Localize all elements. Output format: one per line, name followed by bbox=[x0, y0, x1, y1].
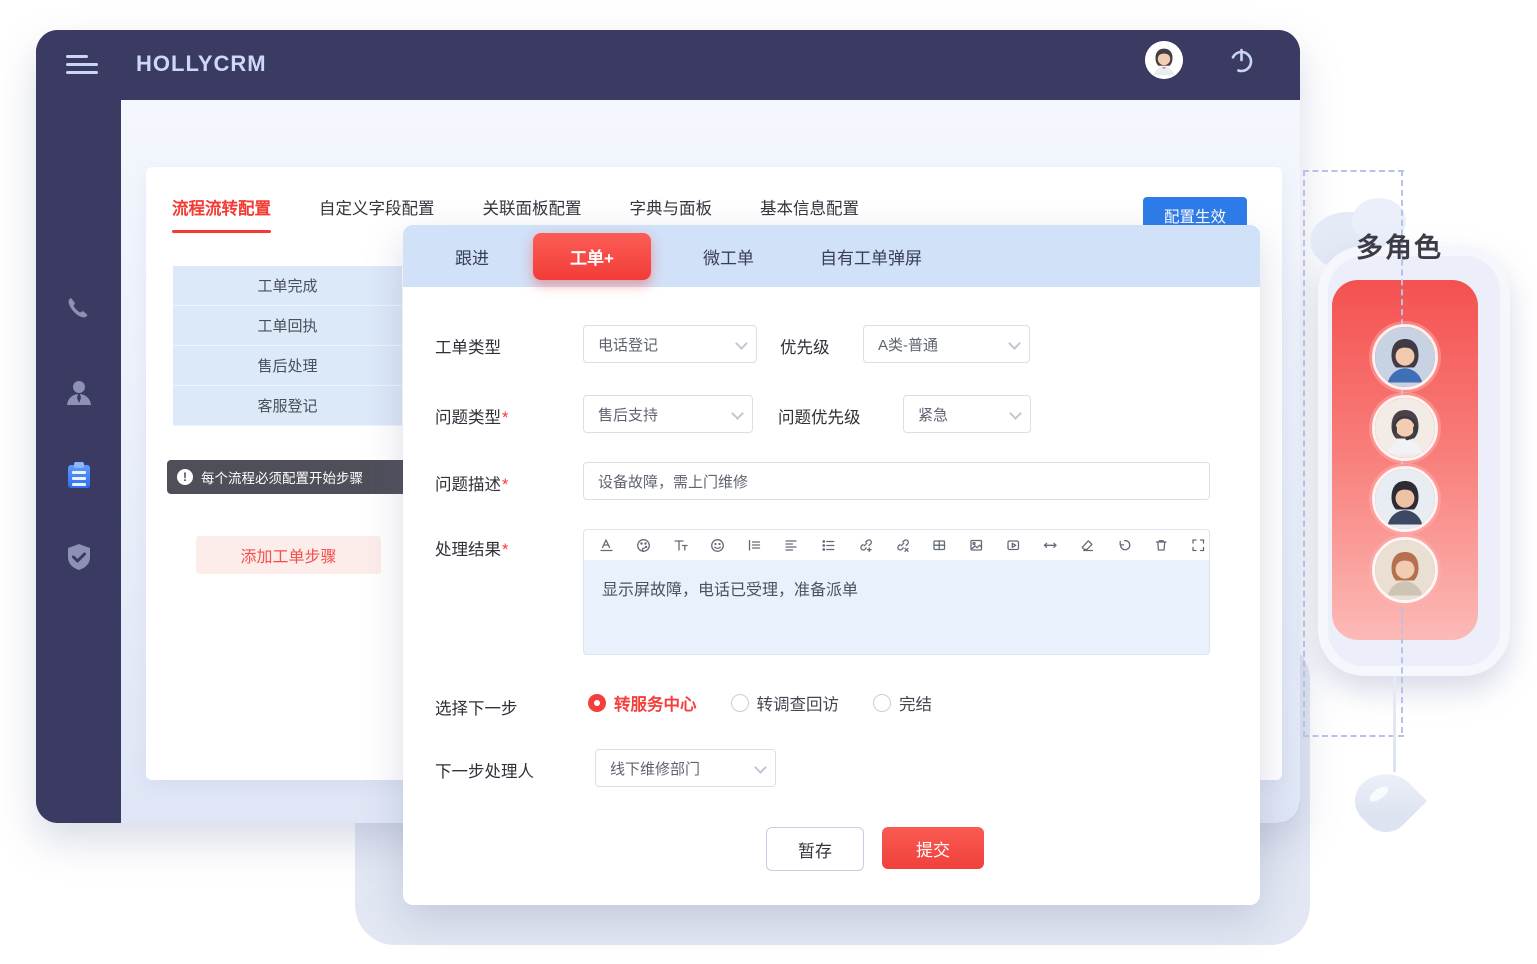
sidebar bbox=[36, 100, 121, 823]
power-icon[interactable] bbox=[1228, 47, 1255, 74]
radio-icon bbox=[731, 694, 749, 712]
radio-icon bbox=[873, 694, 891, 712]
workflow-step-row[interactable]: 工单回执 bbox=[173, 306, 402, 346]
add-step-button[interactable]: 添加工单步骤 bbox=[196, 536, 381, 574]
modal-tab-工单+[interactable]: 工单+ bbox=[533, 233, 651, 280]
font-size-icon[interactable] bbox=[670, 535, 690, 555]
result-label: 处理结果* bbox=[435, 536, 508, 560]
ticket-type-select[interactable]: 电话登记 bbox=[583, 325, 757, 363]
screen: HOLLYCRM 流程流转配置自定义字段配置关联面板配置字典与面板基本信息配置 … bbox=[0, 0, 1537, 964]
menu-icon[interactable] bbox=[66, 55, 98, 77]
chevron-down-icon bbox=[1010, 337, 1020, 347]
submit-button[interactable]: 提交 bbox=[882, 827, 984, 869]
chevron-down-icon bbox=[733, 407, 743, 417]
app-header: HOLLYCRM bbox=[36, 30, 1300, 100]
video-icon[interactable] bbox=[1003, 535, 1023, 555]
sidebar-item-clipboard[interactable] bbox=[62, 458, 96, 492]
water-drop-shape bbox=[1345, 760, 1427, 842]
user-icon bbox=[62, 375, 96, 409]
agent-female-1-avatar bbox=[1372, 324, 1438, 390]
issue-type-select[interactable]: 售后支持 bbox=[583, 395, 753, 433]
chevron-down-icon bbox=[737, 337, 747, 347]
chevron-down-icon bbox=[756, 761, 766, 771]
nav-tab-流程流转配置[interactable]: 流程流转配置 bbox=[172, 195, 271, 233]
horizontal-rule-icon[interactable] bbox=[1040, 535, 1060, 555]
table-icon[interactable] bbox=[929, 535, 949, 555]
fullscreen-icon[interactable] bbox=[1188, 535, 1208, 555]
next-step-label: 选择下一步 bbox=[435, 695, 518, 719]
modal-tabstrip: 跟进 工单+ 微工单 自有工单弹屏 bbox=[403, 225, 1260, 287]
emoji-icon[interactable] bbox=[707, 535, 727, 555]
workflow-step-row[interactable]: 售后处理 bbox=[173, 346, 402, 386]
agent-female-2-avatar bbox=[1372, 537, 1438, 603]
modal-tab-自有工单弹屏[interactable]: 自有工单弹屏 bbox=[820, 244, 922, 269]
ticket-type-label: 工单类型 bbox=[435, 334, 501, 358]
modal-tab-跟进[interactable]: 跟进 bbox=[455, 244, 489, 269]
issue-desc-label: 问题描述* bbox=[435, 471, 508, 495]
notice-text: 每个流程必须配置开始步骤 bbox=[201, 467, 363, 487]
list-icon[interactable] bbox=[818, 535, 838, 555]
next-handler-select[interactable]: 线下维修部门 bbox=[595, 749, 776, 787]
issue-type-label: 问题类型* bbox=[435, 404, 508, 428]
image-icon[interactable] bbox=[966, 535, 986, 555]
exclamation-icon: ! bbox=[177, 469, 193, 485]
radio-label: 转调查回访 bbox=[757, 691, 840, 715]
drop-stem bbox=[1393, 676, 1396, 772]
radio-option-转调查回访[interactable]: 转调查回访 bbox=[731, 691, 840, 715]
issue-priority-label: 问题优先级 bbox=[778, 404, 861, 428]
workflow-step-row[interactable]: 工单完成 bbox=[173, 266, 402, 306]
issue-priority-select[interactable]: 紧急 bbox=[903, 395, 1031, 433]
brand-logo: HOLLYCRM bbox=[136, 51, 267, 77]
priority-select[interactable]: A类-普通 bbox=[863, 325, 1030, 363]
agent-male-avatar bbox=[1372, 466, 1438, 532]
result-editor[interactable]: 显示屏故障，电话已受理，准备派单 bbox=[583, 560, 1210, 655]
radio-label: 转服务中心 bbox=[614, 691, 697, 715]
delete-icon[interactable] bbox=[1151, 535, 1171, 555]
workflow-step-list: 工单完成工单回执售后处理客服登记 bbox=[173, 266, 402, 426]
radio-icon bbox=[588, 694, 606, 712]
phone-icon bbox=[62, 292, 96, 326]
ticket-modal: 跟进 工单+ 微工单 自有工单弹屏 工单类型 电话登记 优先级 A类-普通 问题类型*… bbox=[403, 225, 1260, 905]
radio-label: 完结 bbox=[899, 691, 932, 715]
radio-option-完结[interactable]: 完结 bbox=[873, 691, 932, 715]
sidebar-item-phone[interactable] bbox=[62, 292, 96, 326]
radio-option-转服务中心[interactable]: 转服务中心 bbox=[588, 691, 697, 715]
align-left-icon[interactable] bbox=[781, 535, 801, 555]
next-step-radio-group: 转服务中心 转调查回访 完结 bbox=[588, 691, 932, 715]
chevron-down-icon bbox=[1011, 407, 1021, 417]
modal-tab-微工单[interactable]: 微工单 bbox=[703, 244, 754, 269]
insert-link-icon[interactable] bbox=[855, 535, 875, 555]
next-handler-label: 下一步处理人 bbox=[435, 758, 534, 782]
workflow-step-row[interactable]: 客服登记 bbox=[173, 386, 402, 426]
shield-icon bbox=[62, 540, 96, 574]
undo-icon[interactable] bbox=[1114, 535, 1134, 555]
sidebar-item-user[interactable] bbox=[62, 375, 96, 409]
agent-headset-avatar bbox=[1372, 395, 1438, 461]
roles-caption: 多角色 bbox=[1356, 226, 1443, 265]
sidebar-item-shield[interactable] bbox=[62, 540, 96, 574]
notice-tooltip: ! 每个流程必须配置开始步骤 bbox=[167, 460, 410, 494]
remove-link-icon[interactable] bbox=[892, 535, 912, 555]
indent-icon[interactable] bbox=[744, 535, 764, 555]
color-palette-icon[interactable] bbox=[633, 535, 653, 555]
save-draft-button[interactable]: 暂存 bbox=[766, 827, 864, 871]
clipboard-icon bbox=[62, 458, 96, 492]
user-avatar[interactable] bbox=[1145, 41, 1183, 79]
eraser-icon[interactable] bbox=[1077, 535, 1097, 555]
text-style-icon[interactable] bbox=[596, 535, 616, 555]
issue-desc-input[interactable] bbox=[583, 462, 1210, 500]
priority-label: 优先级 bbox=[780, 334, 830, 358]
modal-footer: 暂存 提交 bbox=[403, 827, 1260, 869]
editor-toolbar bbox=[583, 529, 1210, 561]
